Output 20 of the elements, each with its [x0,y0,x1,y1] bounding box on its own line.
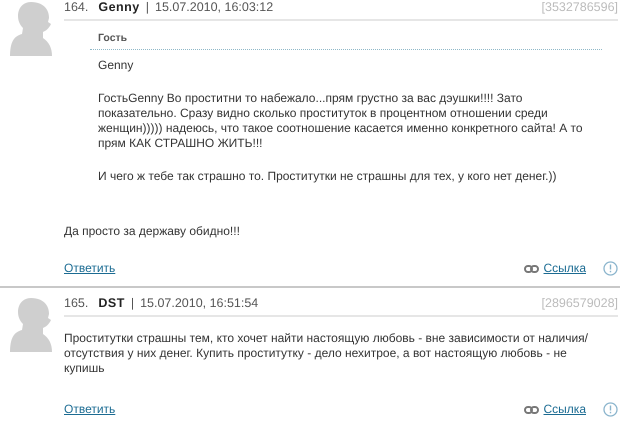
comment-author: DST [98,296,125,311]
comment-id: [2896579028] [542,296,618,311]
separator: | [146,0,149,15]
quote-author: Гость [90,31,602,50]
comment-text: Да просто за державу обидно!!! [64,224,241,239]
quote-text: ГостьGenny Во проститни то набежало...прям грустно за вас дэушки!!!! Зато показательно. Сразу видно сколько проституток в процентном отношении среди женщин))))) надеюсь, что такое соотношение касается именно конкретного сайта! А то прям КАК СТРАШНО ЖИТЬ!!! [97,91,584,151]
permalink[interactable]: Ссылка [544,402,586,417]
comment-number: 164. [64,0,88,15]
comment-number: 165. [64,296,88,311]
comment-id: [3532786596] [542,0,618,15]
comment-text: Проститутки страшны тем, кто хочет найти настоящую любовь - вне зависимости от наличия/отсутствия у них денег. Купить проститутку - дело нехитрое, а вот настоящую любовь - не купишь [64,331,589,376]
quote-text: Genny [97,58,134,73]
reply-link[interactable]: Ответить [64,402,116,417]
comment-author: Genny [98,0,140,15]
comment-date: 15.07.2010, 16:03:12 [155,0,274,15]
reply-link[interactable]: Ответить [64,261,116,276]
permalink[interactable]: Ссылка [544,261,586,276]
comment-date: 15.07.2010, 16:51:54 [140,296,258,311]
separator: | [130,296,134,311]
quote-text: И чего ж тебе так страшно то. Проститутки не страшны для тех, у кого нет денег.)) [97,169,558,184]
